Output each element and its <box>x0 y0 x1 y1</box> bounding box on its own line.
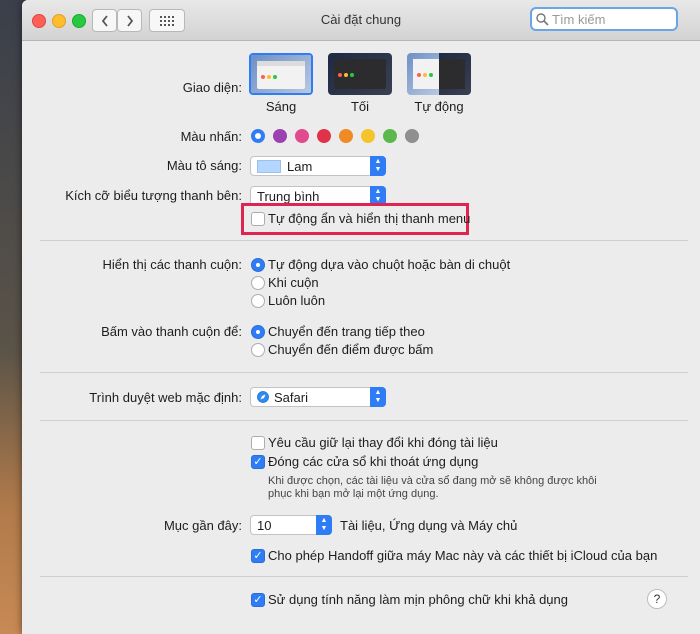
popup-arrows-icon: ▲ ▼ <box>370 387 386 407</box>
close-windows-note-line1: Khi được chọn, các tài liệu và cửa sổ đa… <box>268 475 597 487</box>
scrollbars-auto-label: Tự động dựa vào chuột hoặc bàn di chuột <box>268 257 511 272</box>
accent-swatch-blue[interactable] <box>251 129 265 143</box>
scrollbars-always-radio[interactable] <box>251 294 265 308</box>
help-icon: ? <box>653 592 661 606</box>
recent-items-label: Mục gần đây: <box>163 518 242 533</box>
handoff-label: Cho phép Handoff giữa máy Mac này và các… <box>268 548 658 563</box>
accent-color-label: Màu nhấn: <box>180 129 242 144</box>
separator <box>40 420 688 421</box>
appearance-label: Giao diện: <box>182 80 242 95</box>
help-button[interactable]: ? <box>647 589 667 609</box>
recent-items-suffix: Tài liệu, Ứng dụng và Máy chủ <box>340 518 518 533</box>
close-windows-checkbox[interactable]: ✓ <box>251 455 265 469</box>
click-scrollbar-label: Bấm vào thanh cuộn để: <box>101 324 242 339</box>
click-jump-spot-label: Chuyển đến điểm được bấm <box>268 342 434 357</box>
accent-swatch-red[interactable] <box>317 129 331 143</box>
preferences-window: Cài đặt chung Tìm kiếm Giao diện: Sáng T… <box>22 0 700 634</box>
font-smoothing-checkbox[interactable]: ✓ <box>251 593 265 607</box>
search-field[interactable]: Tìm kiếm <box>530 7 678 31</box>
recent-items-popup[interactable]: 10 ▲ ▼ <box>250 515 332 535</box>
accent-swatch-green[interactable] <box>383 129 397 143</box>
appearance-light-option[interactable] <box>249 53 313 95</box>
font-smoothing-label: Sử dụng tính năng làm mịn phông chữ khi … <box>268 592 568 607</box>
handoff-checkbox[interactable]: ✓ <box>251 549 265 563</box>
sidebar-icon-size-label: Kích cỡ biểu tượng thanh bên: <box>65 188 242 203</box>
scrollbars-always-label: Luôn luôn <box>268 293 326 308</box>
separator <box>40 372 688 373</box>
accent-swatch-purple[interactable] <box>273 129 287 143</box>
separator <box>40 240 688 241</box>
accent-swatch-pink[interactable] <box>295 129 309 143</box>
sidebar-icon-size-value: Trung bình <box>257 188 320 204</box>
appearance-light-label: Sáng <box>265 99 297 114</box>
click-next-page-radio[interactable] <box>251 325 265 339</box>
accent-swatch-yellow[interactable] <box>361 129 375 143</box>
close-windows-label: Đóng các cửa sổ khi thoát ứng dụng <box>268 454 479 469</box>
highlight-color-value: Lam <box>287 158 313 174</box>
ask-keep-changes-checkbox[interactable] <box>251 436 265 450</box>
accent-swatch-orange[interactable] <box>339 129 353 143</box>
accent-swatch-graphite[interactable] <box>405 129 419 143</box>
scrollbars-when-scrolling-label: Khi cuộn <box>268 275 319 290</box>
highlight-color-label: Màu tô sáng: <box>166 158 242 173</box>
ask-keep-changes-label: Yêu cầu giữ lại thay đổi khi đóng tài li… <box>268 435 498 450</box>
click-jump-spot-radio[interactable] <box>251 343 265 357</box>
search-placeholder: Tìm kiếm <box>552 11 606 27</box>
popup-arrows-icon: ▲ ▼ <box>370 156 386 176</box>
show-scrollbars-label: Hiển thị các thanh cuộn: <box>102 257 242 272</box>
appearance-dark-label: Tối <box>350 99 370 114</box>
separator <box>40 576 688 577</box>
appearance-dark-option[interactable] <box>328 53 392 95</box>
title-bar: Cài đặt chung Tìm kiếm <box>22 0 700 41</box>
default-browser-value: Safari <box>274 389 308 405</box>
scrollbars-auto-radio[interactable] <box>251 258 265 272</box>
click-next-page-label: Chuyển đến trang tiếp theo <box>268 324 425 339</box>
default-browser-popup[interactable]: Safari ▲ ▼ <box>250 387 386 407</box>
recent-items-value: 10 <box>257 517 272 533</box>
search-icon <box>536 12 549 26</box>
default-browser-label: Trình duyệt web mặc định: <box>89 390 242 405</box>
highlight-swatch <box>257 159 281 173</box>
highlight-color-popup[interactable]: Lam ▲ ▼ <box>250 156 386 176</box>
auto-hide-menu-checkbox[interactable] <box>251 212 265 226</box>
popup-arrows-icon: ▲ ▼ <box>316 515 332 535</box>
appearance-auto-label: Tự động <box>414 99 464 114</box>
auto-hide-menu-label: Tự động ẩn và hiển thị thanh menu <box>268 211 471 226</box>
close-windows-note-line2: phục khi bạn mở lại một ứng dụng. <box>268 488 439 500</box>
safari-icon <box>257 391 269 403</box>
scrollbars-when-scrolling-radio[interactable] <box>251 276 265 290</box>
appearance-auto-option[interactable] <box>407 53 471 95</box>
